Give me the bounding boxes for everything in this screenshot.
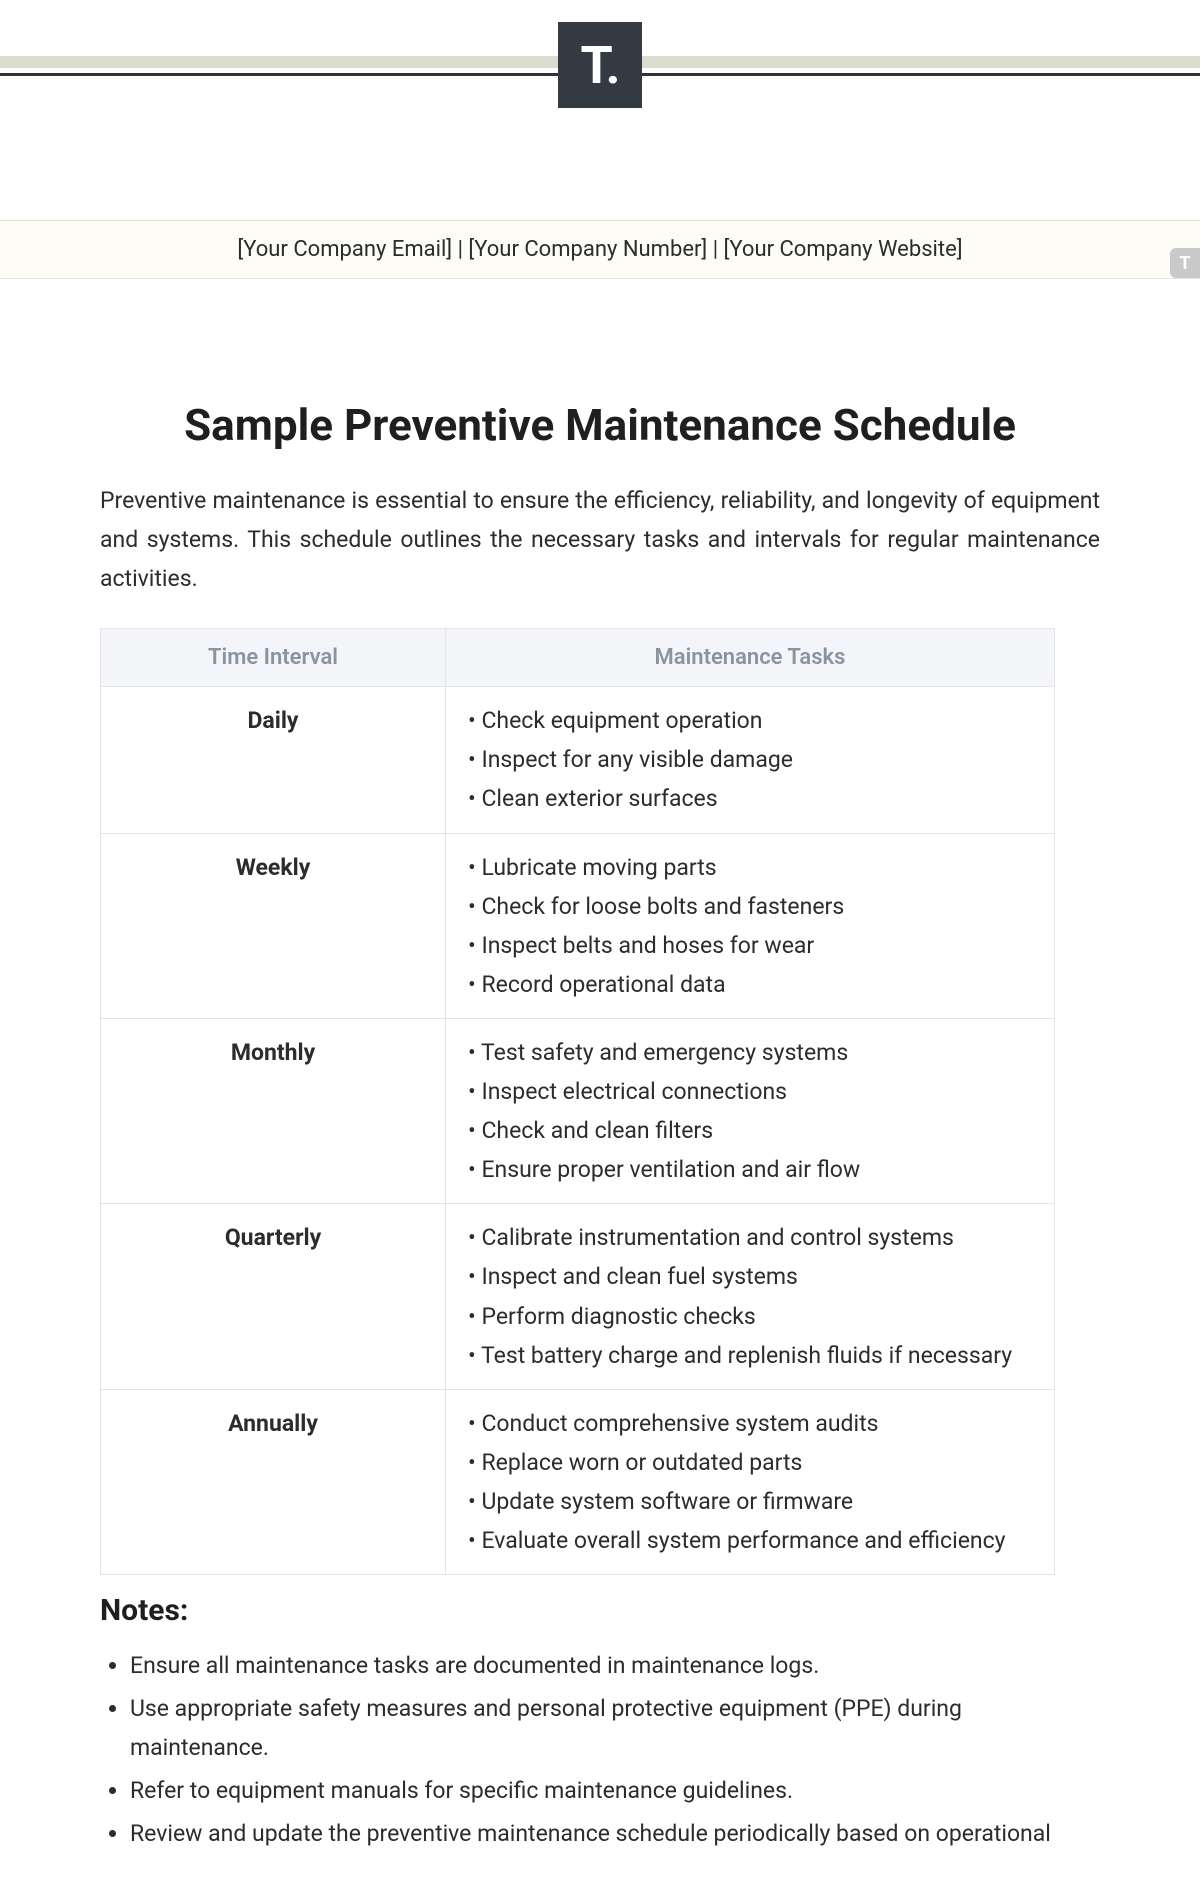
task-item: • Lubricate moving parts <box>468 848 1032 887</box>
interval-cell: Annually <box>101 1389 446 1574</box>
table-header-interval: Time Interval <box>101 629 446 687</box>
list-item: Review and update the preventive mainten… <box>130 1814 1100 1853</box>
task-item: • Clean exterior surfaces <box>468 779 1032 818</box>
tasks-cell: • Test safety and emergency systems• Ins… <box>446 1018 1055 1203</box>
task-item: • Inspect belts and hoses for wear <box>468 926 1032 965</box>
company-info-bar: [Your Company Email] | [Your Company Num… <box>0 220 1200 279</box>
tasks-cell: • Conduct comprehensive system audits• R… <box>446 1389 1055 1574</box>
task-item: • Perform diagnostic checks <box>468 1297 1032 1336</box>
task-item: • Evaluate overall system performance an… <box>468 1521 1032 1560</box>
interval-cell: Weekly <box>101 833 446 1018</box>
task-item: • Record operational data <box>468 965 1032 1004</box>
table-row: Daily• Check equipment operation• Inspec… <box>101 687 1055 833</box>
task-item: • Update system software or firmware <box>468 1482 1032 1521</box>
task-item: • Check and clean filters <box>468 1111 1032 1150</box>
interval-cell: Monthly <box>101 1018 446 1203</box>
tasks-cell: • Lubricate moving parts• Check for loos… <box>446 833 1055 1018</box>
task-item: • Check for loose bolts and fasteners <box>468 887 1032 926</box>
document-content: Sample Preventive Maintenance Schedule P… <box>100 399 1100 1898</box>
side-badge-icon: T <box>1170 248 1200 278</box>
table-header-tasks: Maintenance Tasks <box>446 629 1055 687</box>
task-item: • Ensure proper ventilation and air flow <box>468 1150 1032 1189</box>
table-row: Annually• Conduct comprehensive system a… <box>101 1389 1055 1574</box>
notes-list: Ensure all maintenance tasks are documen… <box>100 1646 1100 1853</box>
interval-cell: Daily <box>101 687 446 833</box>
task-item: • Replace worn or outdated parts <box>468 1443 1032 1482</box>
task-item: • Inspect and clean fuel systems <box>468 1257 1032 1296</box>
header-band: T. <box>0 0 1200 110</box>
interval-cell: Quarterly <box>101 1204 446 1389</box>
task-item: • Conduct comprehensive system audits <box>468 1404 1032 1443</box>
task-item: • Check equipment operation <box>468 701 1032 740</box>
table-row: Quarterly • Calibrate instrumentation and… <box>101 1204 1055 1389</box>
task-item: • Inspect for any visible damage <box>468 740 1032 779</box>
task-item: • Calibrate instrumentation and control … <box>468 1218 1032 1257</box>
page-title: Sample Preventive Maintenance Schedule <box>100 399 1100 451</box>
task-item: • Inspect electrical connections <box>468 1072 1032 1111</box>
tasks-cell: • Calibrate instrumentation and control … <box>446 1204 1055 1389</box>
list-item: Use appropriate safety measures and pers… <box>130 1689 1100 1767</box>
task-item: • Test battery charge and replenish flui… <box>468 1336 1032 1375</box>
table-row: Monthly• Test safety and emergency syste… <box>101 1018 1055 1203</box>
tasks-cell: • Check equipment operation• Inspect for… <box>446 687 1055 833</box>
list-item: Ensure all maintenance tasks are documen… <box>130 1646 1100 1685</box>
list-item: Refer to equipment manuals for specific … <box>130 1771 1100 1810</box>
notes-heading: Notes: <box>100 1593 1100 1628</box>
task-item: • Test safety and emergency systems <box>468 1033 1032 1072</box>
table-row: Weekly• Lubricate moving parts• Check fo… <box>101 833 1055 1018</box>
logo-badge: T. <box>558 22 642 108</box>
intro-paragraph: Preventive maintenance is essential to e… <box>100 481 1100 598</box>
maintenance-table: Time Interval Maintenance Tasks Daily• C… <box>100 628 1055 1575</box>
